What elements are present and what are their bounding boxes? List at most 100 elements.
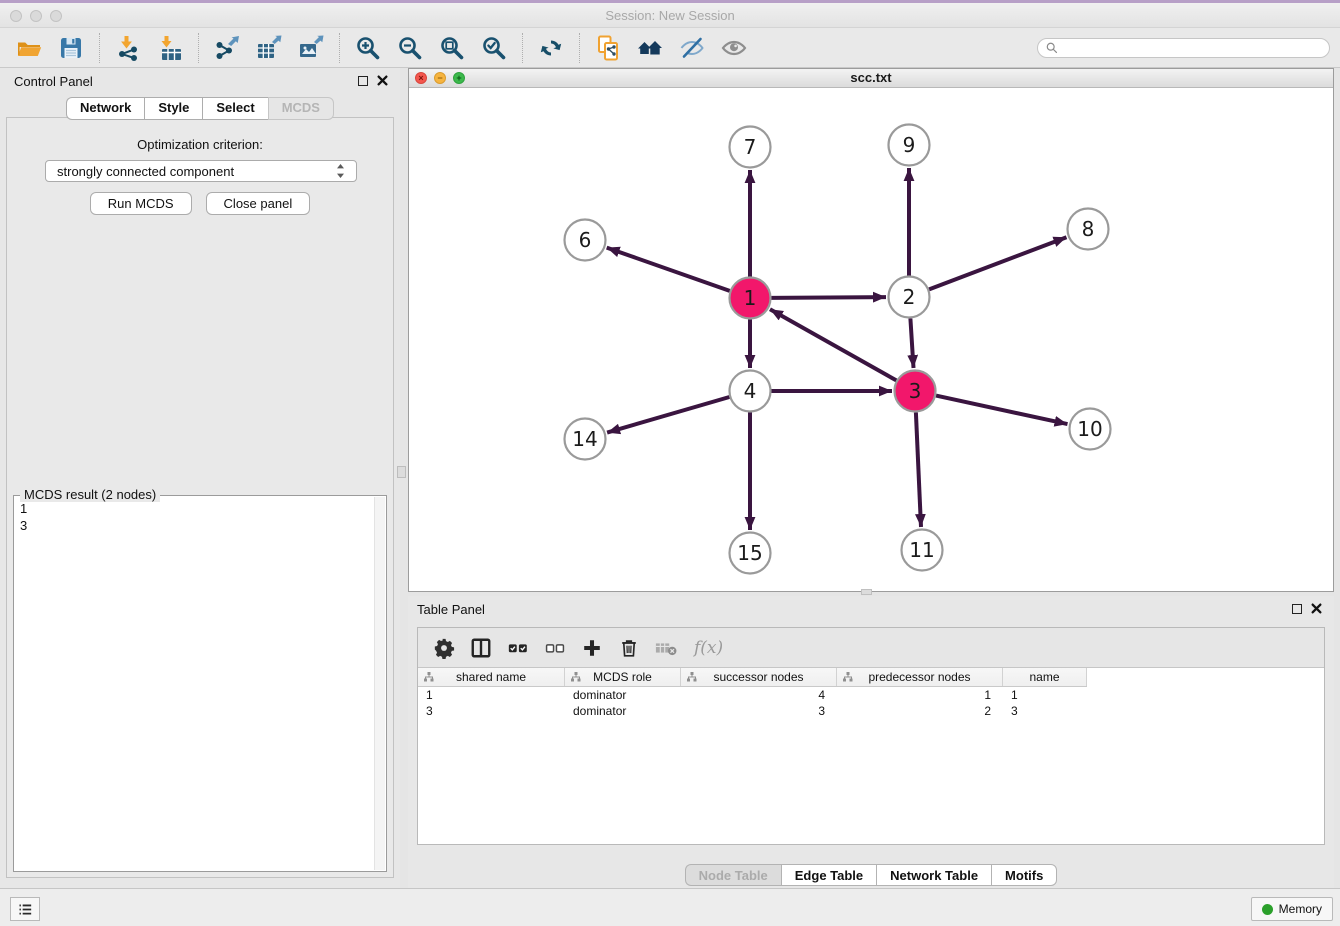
edge-2-3[interactable] [910, 319, 913, 369]
add-column-button[interactable] [581, 637, 618, 659]
mcds-result-list[interactable]: 13 [16, 498, 372, 869]
graph-node-6[interactable]: 6 [565, 220, 606, 261]
cell-name[interactable]: 3 [1003, 704, 1087, 718]
function-builder-button[interactable]: f(x) [694, 638, 723, 658]
eye-slash-button[interactable] [676, 32, 708, 64]
export-table-icon [256, 35, 282, 61]
tab-edge-table[interactable]: Edge Table [781, 864, 876, 886]
zoom-fit-button[interactable] [436, 32, 468, 64]
cell-predecessor-nodes[interactable]: 2 [837, 704, 1003, 718]
export-image-button[interactable] [295, 32, 327, 64]
cell-successor-nodes[interactable]: 4 [681, 688, 837, 702]
network-window-titlebar[interactable]: ×−+ scc.txt [409, 69, 1333, 88]
zoom-selected-button[interactable] [478, 32, 510, 64]
graph-node-4[interactable]: 4 [730, 371, 771, 412]
float-panel-icon[interactable] [358, 76, 368, 86]
close-panel-button[interactable]: Close panel [206, 192, 311, 215]
graph-node-3[interactable]: 3 [895, 371, 936, 412]
cell-shared-name[interactable]: 1 [418, 688, 565, 702]
zoom-out-button[interactable] [394, 32, 426, 64]
cell-shared-name[interactable]: 3 [418, 704, 565, 718]
network-graph[interactable]: 7 9 6 8 1 2 4 3 14 10 15 11 [409, 88, 1333, 591]
tab-network-table[interactable]: Network Table [876, 864, 991, 886]
task-history-button[interactable] [10, 897, 40, 921]
select-stepper-icon [336, 163, 345, 179]
column-header-predecessor-nodes[interactable]: predecessor nodes [837, 668, 1003, 686]
svg-text:4: 4 [744, 379, 757, 403]
table-row[interactable]: 1dominator411 [418, 687, 1324, 703]
export-table-button[interactable] [253, 32, 285, 64]
settings-gear-button[interactable] [433, 637, 470, 659]
import-table-button[interactable] [154, 32, 186, 64]
run-mcds-button[interactable]: Run MCDS [90, 192, 192, 215]
import-network-icon [115, 35, 141, 61]
delete-table-button[interactable] [618, 637, 655, 659]
zoom-in-button[interactable] [352, 32, 384, 64]
tab-style[interactable]: Style [144, 97, 202, 120]
zoom-view-button[interactable]: + [453, 72, 465, 84]
search-input[interactable] [1063, 40, 1321, 56]
table-row[interactable]: 3dominator323 [418, 703, 1324, 719]
svg-text:2: 2 [903, 285, 916, 309]
select-all-checkboxes-button[interactable] [507, 637, 544, 659]
result-scrollbar[interactable] [374, 497, 385, 870]
houses-button[interactable] [634, 32, 666, 64]
tab-mcds[interactable]: MCDS [268, 97, 334, 120]
vertical-splitter-grip[interactable] [397, 466, 406, 478]
graph-node-11[interactable]: 11 [902, 530, 943, 571]
edge-3-10[interactable] [936, 396, 1068, 425]
close-panel-icon[interactable] [377, 75, 388, 86]
memory-button[interactable]: Memory [1251, 897, 1333, 921]
column-header-shared-name[interactable]: shared name [418, 668, 565, 686]
duplicate-network-button[interactable] [592, 32, 624, 64]
column-header-mcds-role[interactable]: MCDS role [565, 668, 681, 686]
criterion-select-value: strongly connected component [57, 164, 234, 179]
column-label: successor nodes [713, 670, 803, 684]
criterion-select[interactable]: strongly connected component [45, 160, 357, 182]
graph-node-1[interactable]: 1 [730, 278, 771, 319]
tab-select[interactable]: Select [202, 97, 267, 120]
node-table-container: f(x) shared nameMCDS role successor nodes… [417, 627, 1325, 845]
graph-node-2[interactable]: 2 [889, 277, 930, 318]
export-network-button[interactable] [211, 32, 243, 64]
edge-1-6[interactable] [607, 248, 730, 291]
cell-mcds-role[interactable]: dominator [565, 704, 681, 718]
close-table-panel-icon[interactable] [1311, 603, 1322, 614]
application-window: Session: New Session Control Panel Netwo… [0, 0, 1340, 926]
import-network-button[interactable] [112, 32, 144, 64]
edge-1-2[interactable] [772, 297, 887, 298]
graph-node-14[interactable]: 14 [565, 419, 606, 460]
horizontal-splitter-grip[interactable] [861, 589, 872, 595]
column-label: predecessor nodes [868, 670, 970, 684]
minimize-view-button[interactable]: − [434, 72, 446, 84]
graph-node-7[interactable]: 7 [730, 127, 771, 168]
float-table-panel-icon[interactable] [1292, 604, 1302, 614]
eye-button[interactable] [718, 32, 750, 64]
network-canvas[interactable]: 7 9 6 8 1 2 4 3 14 10 15 11 [409, 88, 1333, 591]
cell-predecessor-nodes[interactable]: 1 [837, 688, 1003, 702]
split-columns-button[interactable] [470, 637, 507, 659]
tab-motifs[interactable]: Motifs [991, 864, 1057, 886]
save-floppy-button[interactable] [55, 32, 87, 64]
graph-node-9[interactable]: 9 [889, 125, 930, 166]
graph-node-8[interactable]: 8 [1068, 209, 1109, 250]
edge-3-1[interactable] [770, 309, 896, 380]
tab-node-table[interactable]: Node Table [685, 864, 781, 886]
edge-3-11[interactable] [916, 413, 921, 528]
graph-node-15[interactable]: 15 [730, 533, 771, 574]
cell-mcds-role[interactable]: dominator [565, 688, 681, 702]
column-header-successor-nodes[interactable]: successor nodes [681, 668, 837, 686]
edge-2-8[interactable] [929, 237, 1066, 289]
column-header-name[interactable]: name [1003, 668, 1087, 686]
deselect-all-checkboxes-button[interactable] [544, 637, 581, 659]
search-box[interactable] [1037, 38, 1330, 58]
cell-name[interactable]: 1 [1003, 688, 1087, 702]
graph-node-10[interactable]: 10 [1070, 409, 1111, 450]
tab-network[interactable]: Network [66, 97, 144, 120]
delete-column-button[interactable] [655, 637, 692, 659]
open-folder-button[interactable] [13, 32, 45, 64]
edge-4-14[interactable] [607, 397, 729, 433]
close-view-button[interactable]: × [415, 72, 427, 84]
cell-successor-nodes[interactable]: 3 [681, 704, 837, 718]
refresh-button[interactable] [535, 32, 567, 64]
